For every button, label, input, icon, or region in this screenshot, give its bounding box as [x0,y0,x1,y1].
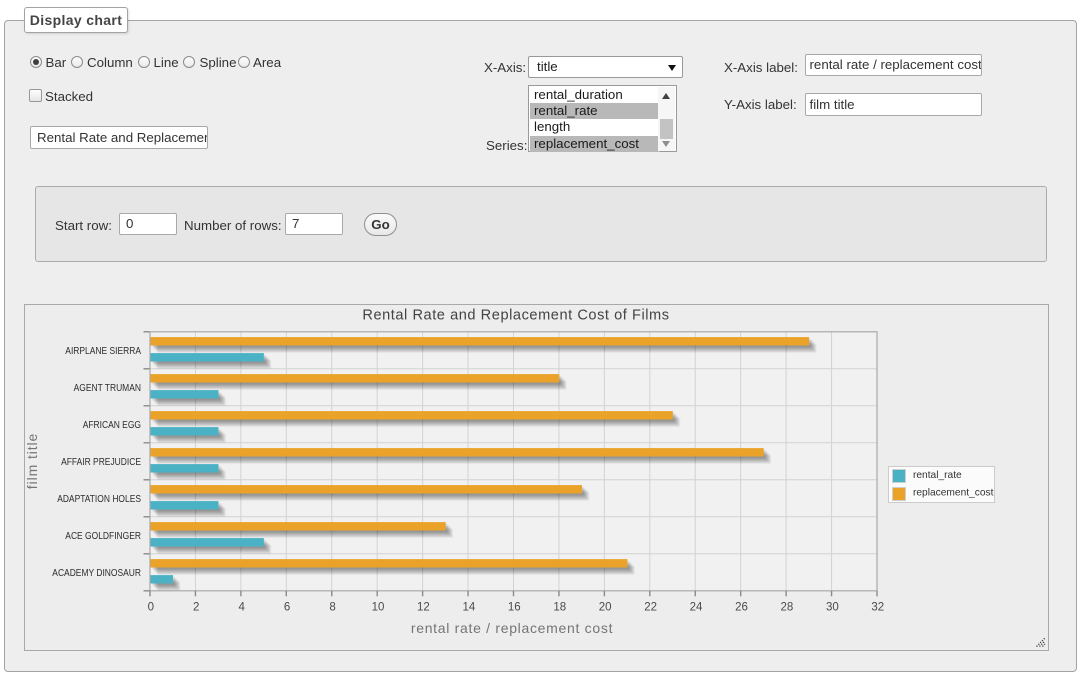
svg-text:AFFAIR PREJUDICE: AFFAIR PREJUDICE [61,457,141,468]
svg-text:ACE GOLDFINGER: ACE GOLDFINGER [65,531,141,542]
svg-text:30: 30 [826,601,839,613]
svg-text:28: 28 [781,601,794,613]
svg-text:2: 2 [193,601,199,613]
svg-text:18: 18 [553,601,566,613]
svg-text:20: 20 [599,601,612,613]
svg-text:ACADEMY DINOSAUR: ACADEMY DINOSAUR [52,568,141,579]
svg-text:12: 12 [417,601,430,613]
svg-text:0: 0 [148,601,154,613]
svg-text:32: 32 [871,601,884,613]
svg-text:24: 24 [690,601,703,613]
svg-text:14: 14 [462,601,475,613]
svg-text:rental rate / replacement cost: rental rate / replacement cost [411,620,613,636]
svg-text:16: 16 [508,601,521,613]
svg-text:10: 10 [372,601,385,613]
svg-text:AIRPLANE SIERRA: AIRPLANE SIERRA [65,346,141,357]
svg-text:AFRICAN EGG: AFRICAN EGG [83,420,141,431]
svg-text:AGENT TRUMAN: AGENT TRUMAN [74,383,141,394]
svg-text:22: 22 [644,601,657,613]
svg-text:8: 8 [329,601,335,613]
svg-text:Rental Rate and Replacement Co: Rental Rate and Replacement Cost of Film… [362,308,669,324]
svg-text:ADAPTATION HOLES: ADAPTATION HOLES [57,494,141,505]
svg-text:film title: film title [25,433,40,489]
svg-text:rental_rate: rental_rate [913,470,962,481]
svg-text:6: 6 [284,601,290,613]
svg-text:26: 26 [735,601,748,613]
svg-text:replacement_cost: replacement_cost [913,488,994,499]
svg-text:4: 4 [238,601,245,613]
